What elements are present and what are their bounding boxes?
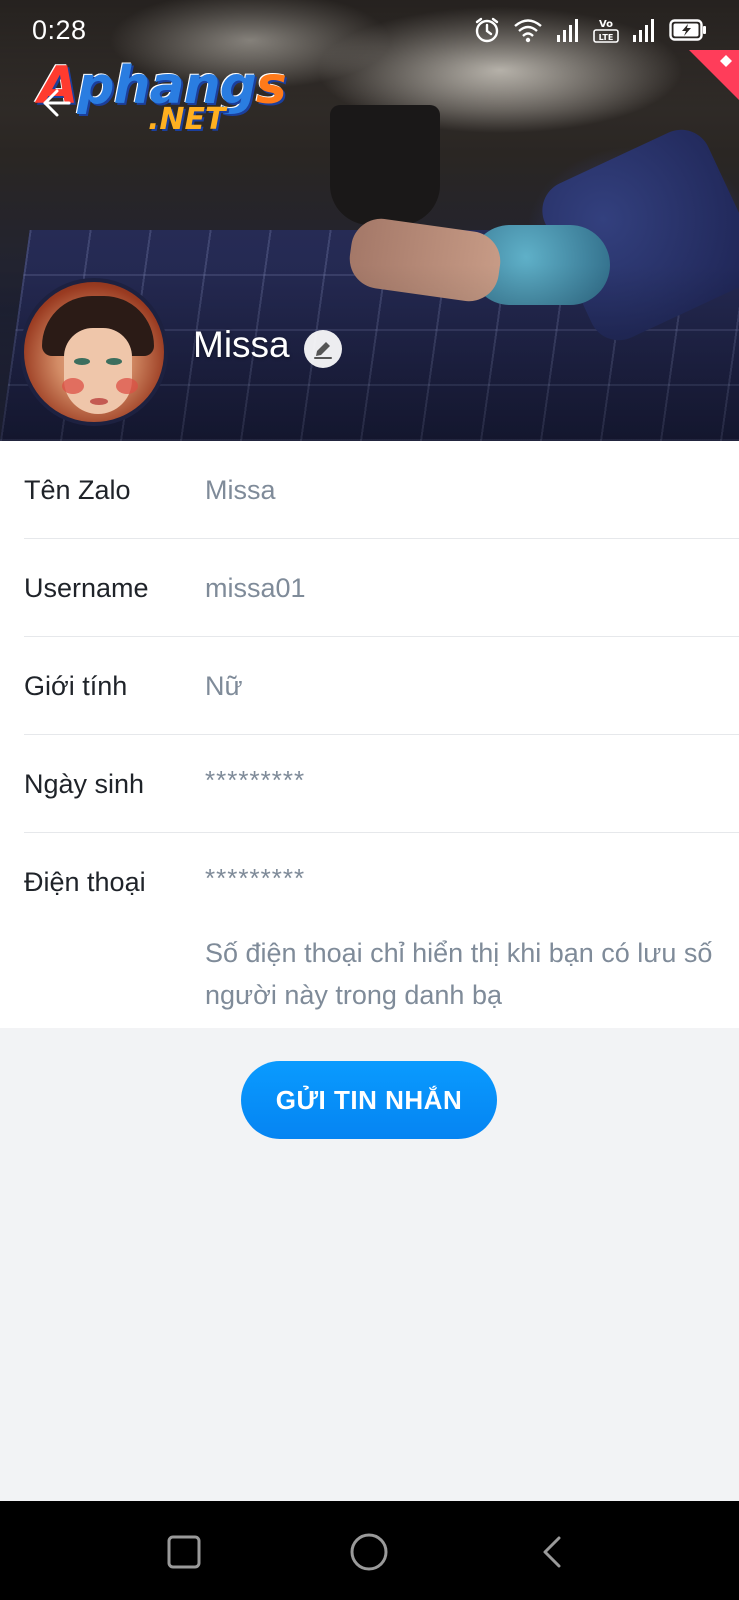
battery-charging-icon <box>669 19 706 41</box>
info-value: Missa <box>205 475 276 505</box>
recent-apps-icon <box>167 1535 201 1569</box>
info-label: Giới tính <box>24 671 128 701</box>
info-row-gender: Giới tính Nữ <box>24 637 739 735</box>
info-label: Username <box>24 573 149 603</box>
nav-home-button[interactable] <box>344 1527 394 1577</box>
alarm-icon <box>475 17 499 43</box>
info-row-zalo-name: Tên Zalo Missa <box>24 441 739 539</box>
svg-text:Vo: Vo <box>599 19 613 30</box>
info-value: missa01 <box>205 573 306 603</box>
send-message-button[interactable]: GỬI TIN NHẮN <box>241 1061 497 1139</box>
profile-name: Missa <box>193 324 290 365</box>
info-label: Điện thoại <box>24 867 146 897</box>
info-label: Ngày sinh <box>24 769 145 799</box>
signal-icon <box>557 19 578 42</box>
system-nav-bar <box>0 1501 739 1600</box>
nav-back-button[interactable] <box>528 1527 578 1577</box>
svg-text:LTE: LTE <box>599 33 614 42</box>
signal-icon <box>633 19 654 42</box>
edit-name-button[interactable] <box>304 330 342 368</box>
home-icon <box>350 1533 388 1571</box>
volte-icon: Vo LTE <box>593 19 619 43</box>
status-time: 0:28 <box>32 14 87 45</box>
profile-info-card: Tên Zalo Missa Username missa01 Giới tín… <box>0 441 739 1028</box>
back-button[interactable] <box>30 78 80 128</box>
info-label: Tên Zalo <box>24 475 131 505</box>
diamond-icon <box>720 55 732 67</box>
info-value: ********* <box>205 765 306 795</box>
back-icon <box>543 1536 561 1568</box>
status-icons: Vo LTE <box>473 16 707 44</box>
info-row-birthday: Ngày sinh ********* <box>24 735 739 833</box>
phone-visibility-note: Số điện thoại chỉ hiển thị khi bạn có lư… <box>205 938 713 1010</box>
watermark-sub: .NET <box>148 102 226 137</box>
status-bar: 0:28 Vo LTE <box>0 0 739 60</box>
nav-recent-button[interactable] <box>159 1527 209 1577</box>
arrow-left-icon <box>43 89 71 117</box>
info-value: Nữ <box>205 671 243 701</box>
avatar[interactable] <box>20 278 168 426</box>
info-row-username: Username missa01 <box>24 539 739 637</box>
wifi-icon <box>514 19 542 43</box>
pencil-icon <box>314 342 332 359</box>
info-value: ********* <box>205 863 306 893</box>
